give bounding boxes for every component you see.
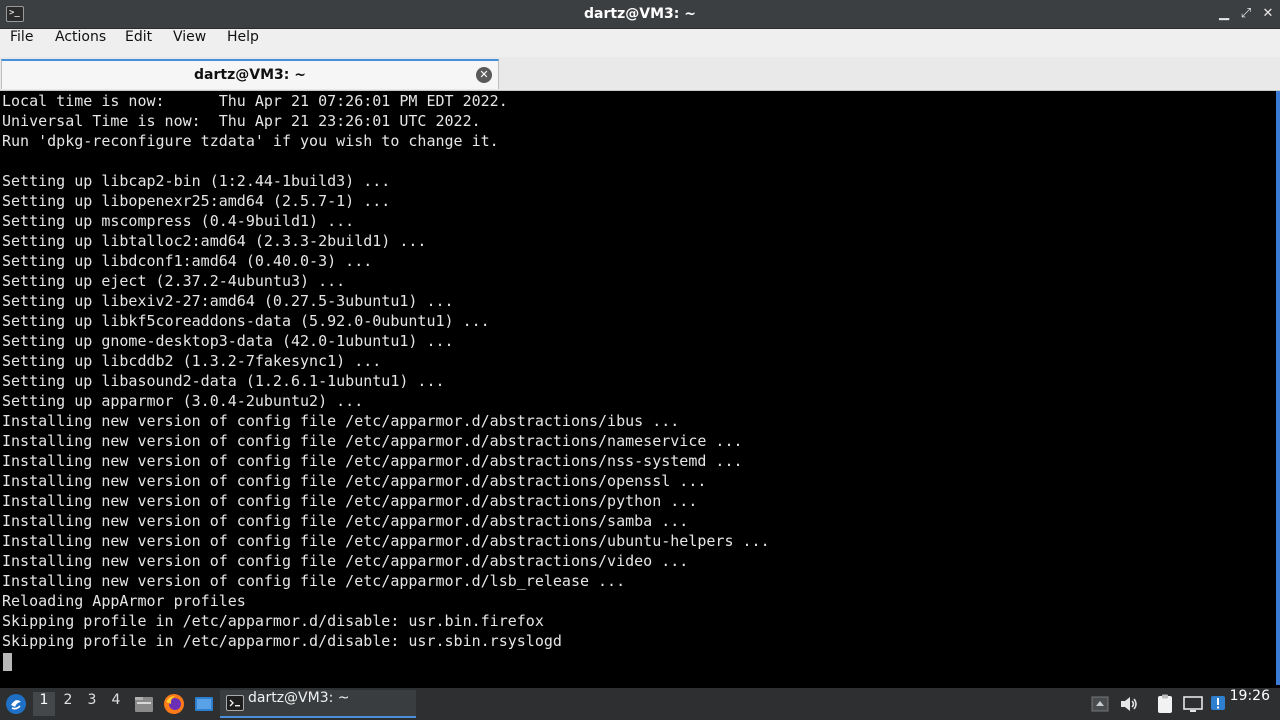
terminal-tab[interactable]: dartz@VM3: ~ ✕ xyxy=(1,59,499,89)
volume-icon[interactable] xyxy=(1118,693,1140,715)
file-manager-icon[interactable] xyxy=(133,693,155,715)
task-label: dartz@VM3: ~ xyxy=(248,690,350,706)
terminal-line: Installing new version of config file /e… xyxy=(2,452,743,470)
terminal-line: Setting up libcddb2 (1.3.2-7fakesync1) .… xyxy=(2,352,382,370)
workspace-1[interactable]: 1 xyxy=(33,692,55,716)
terminal-line: Installing new version of config file /e… xyxy=(2,412,680,430)
terminal-line: Installing new version of config file /e… xyxy=(2,492,698,510)
update-notifier-icon[interactable] xyxy=(1208,693,1230,715)
terminal-line: Skipping profile in /etc/apparmor.d/disa… xyxy=(2,632,562,650)
minimize-button[interactable]: ▁ xyxy=(1214,4,1234,24)
terminal-line: Setting up libopenexr25:amd64 (2.5.7-1) … xyxy=(2,192,391,210)
tray-up-arrow-icon[interactable] xyxy=(1090,693,1112,715)
terminal-line: Setting up gnome-desktop3-data (42.0-1ub… xyxy=(2,332,454,350)
network-icon[interactable] xyxy=(1182,693,1204,715)
restore-button[interactable]: ⤢ xyxy=(1236,4,1256,24)
clock[interactable]: 19:26 xyxy=(1230,688,1270,704)
terminal-line: Universal Time is now: Thu Apr 21 23:26:… xyxy=(2,112,481,130)
workspace-2[interactable]: 2 xyxy=(57,692,79,716)
terminal-icon xyxy=(226,695,244,711)
menu-help[interactable]: Help xyxy=(221,29,265,57)
terminal-line: Setting up eject (2.37.2-4ubuntu3) ... xyxy=(2,272,346,290)
terminal-lines: Local time is now: Thu Apr 21 07:26:01 P… xyxy=(2,92,770,652)
window-title: dartz@VM3: ~ xyxy=(584,6,696,22)
lubuntu-start-icon[interactable] xyxy=(5,693,27,715)
menu-file[interactable]: File xyxy=(4,29,39,57)
terminal-line: Setting up mscompress (0.4-9build1) ... xyxy=(2,212,355,230)
clipboard-icon[interactable] xyxy=(1154,693,1176,715)
taskbar-terminal-button[interactable]: dartz@VM3: ~ xyxy=(220,690,416,718)
close-button[interactable]: ✕ xyxy=(1258,4,1278,24)
tab-close-icon[interactable]: ✕ xyxy=(476,67,492,83)
terminal-line: Setting up apparmor (3.0.4-2ubuntu2) ... xyxy=(2,392,364,410)
terminal-line: Installing new version of config file /e… xyxy=(2,472,707,490)
terminal-line: Setting up libasound2-data (1.2.6.1-1ubu… xyxy=(2,372,445,390)
terminal-line: Setting up libkf5coreaddons-data (5.92.0… xyxy=(2,312,490,330)
terminal-output[interactable]: Local time is now: Thu Apr 21 07:26:01 P… xyxy=(0,91,1280,685)
tab-label: dartz@VM3: ~ xyxy=(194,67,306,83)
workspace-4[interactable]: 4 xyxy=(105,692,127,716)
terminal-line: Installing new version of config file /e… xyxy=(2,572,626,590)
firefox-icon[interactable] xyxy=(163,693,185,715)
menu-edit[interactable]: Edit xyxy=(119,29,158,57)
terminal-line: Setting up libdconf1:amd64 (0.40.0-3) ..… xyxy=(2,252,373,270)
terminal-line: Installing new version of config file /e… xyxy=(2,552,689,570)
terminal-line: Installing new version of config file /e… xyxy=(2,532,770,550)
tab-bar: dartz@VM3: ~ ✕ xyxy=(0,57,1280,91)
window-titlebar[interactable]: >_ dartz@VM3: ~ ▁ ⤢ ✕ xyxy=(0,0,1280,29)
terminal-line: Local time is now: Thu Apr 21 07:26:01 P… xyxy=(2,92,508,110)
workspace-3[interactable]: 3 xyxy=(81,692,103,716)
terminal-line: Setting up libexiv2-27:amd64 (0.27.5-3ub… xyxy=(2,292,454,310)
terminal-line: Installing new version of config file /e… xyxy=(2,512,689,530)
terminal-line: Reloading AppArmor profiles xyxy=(2,592,246,610)
terminal-line: Setting up libtalloc2:amd64 (2.3.3-2buil… xyxy=(2,232,427,250)
terminal-line: Installing new version of config file /e… xyxy=(2,432,743,450)
desktop-icon[interactable] xyxy=(193,693,215,715)
menu-bar: File Actions Edit View Help xyxy=(0,29,1280,57)
terminal-line: Setting up libcap2-bin (1:2.44-1build3) … xyxy=(2,172,391,190)
terminal-line: Skipping profile in /etc/apparmor.d/disa… xyxy=(2,612,544,630)
menu-view[interactable]: View xyxy=(167,29,212,57)
menu-actions[interactable]: Actions xyxy=(49,29,112,57)
taskbar: 1 2 3 4 dartz@VM3: ~ 19:26 xyxy=(0,688,1280,720)
terminal-line: Run 'dpkg-reconfigure tzdata' if you wis… xyxy=(2,132,499,150)
terminal-cursor xyxy=(3,653,12,671)
